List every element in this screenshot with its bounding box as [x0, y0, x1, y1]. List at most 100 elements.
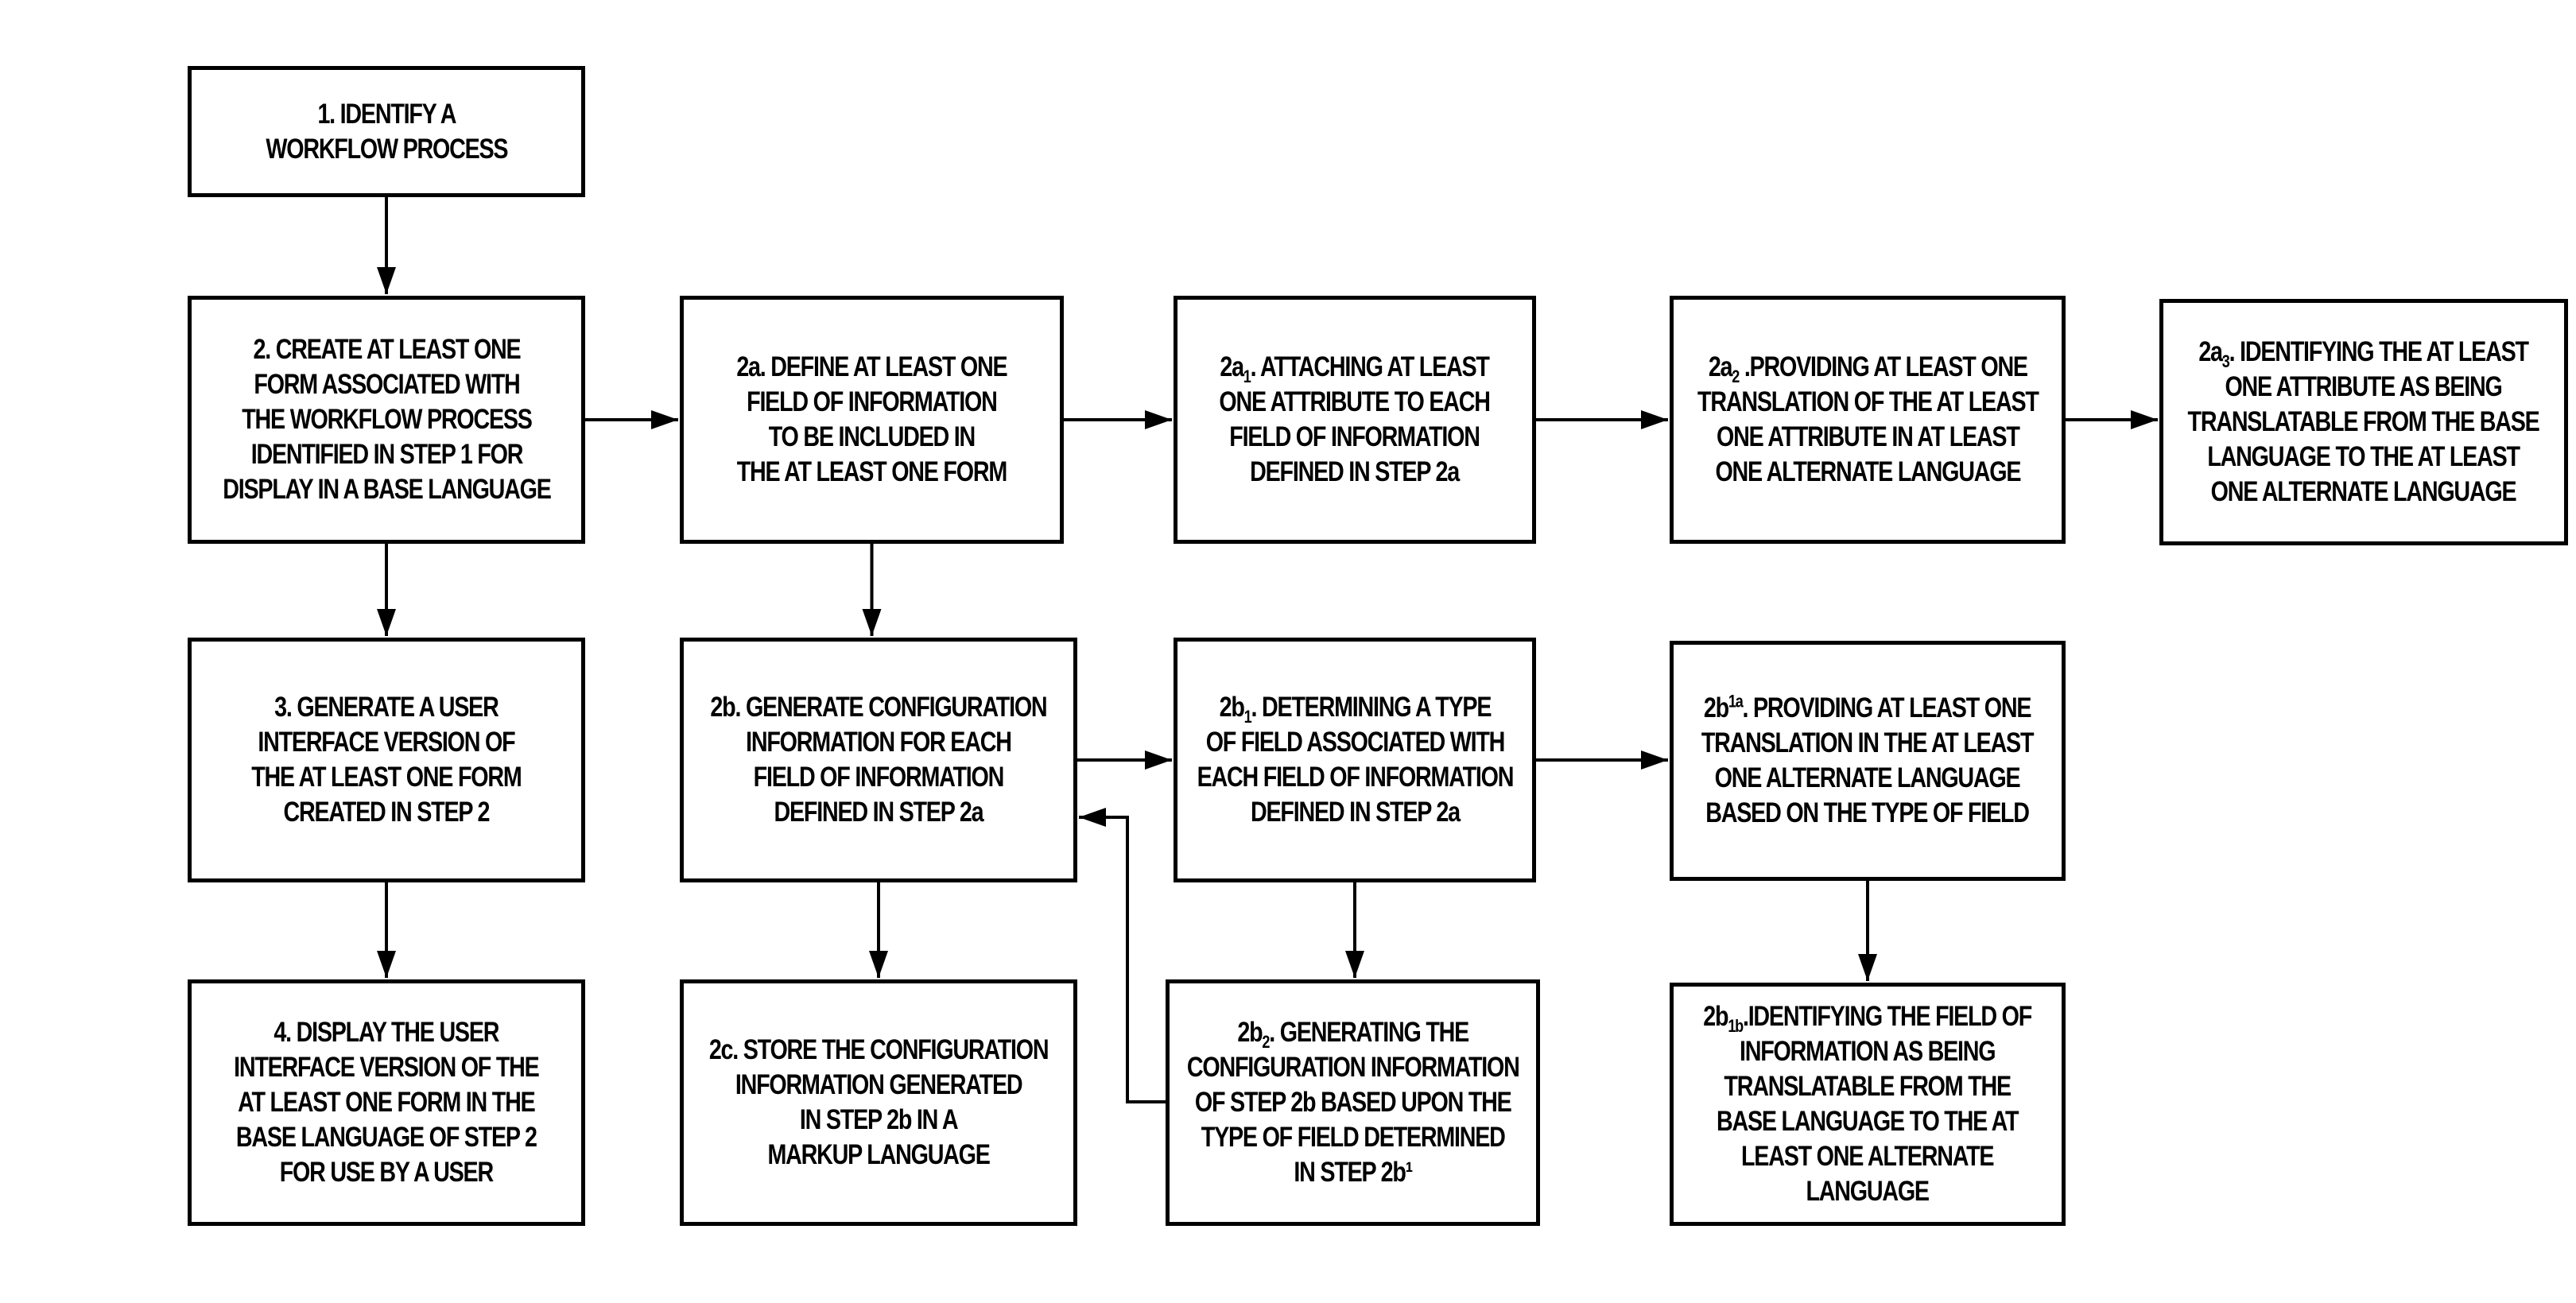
step-label-line: BASE LANGUAGE OF STEP 2: [236, 1122, 537, 1153]
step-label-line: FORM ASSOCIATED WITH: [253, 369, 520, 400]
step-number: 2c.: [708, 1034, 739, 1065]
step-label-line: INTERFACE VERSION OF THE: [234, 1052, 540, 1083]
connector-2a1-to-2a2-arrowhead-icon: [1641, 410, 1668, 429]
step-label-line: DEFINED IN STEP 2a: [1250, 456, 1461, 487]
connector-2b-to-2b1-arrowhead-icon: [1145, 750, 1172, 770]
step-label-line: BASED ON THE TYPE OF FIELD: [1705, 797, 2031, 828]
step-label-line: FIELD OF INFORMATION: [747, 386, 998, 417]
flowchart: 1. IDENTIFY A WORKFLOW PROCESS 2. CREATE …: [0, 0, 2576, 1303]
connector-2b2-to-2b: [1079, 816, 1166, 1103]
step-label-line: OF FIELD ASSOCIATED WITH: [1205, 727, 1505, 758]
step-number: 2a: [2198, 336, 2224, 367]
step-label-line: ONE ALTERNATE LANGUAGE: [2211, 476, 2517, 507]
connector-2b1-to-2b1a-arrowhead-icon: [1641, 750, 1668, 770]
step-label-line: WORKFLOW PROCESS: [266, 133, 508, 165]
step-label: 2c. STORE THE CONFIGURATION INFORMATION G…: [709, 1033, 1049, 1173]
step-label: 2a1. ATTACHING AT LEAST ONE ATTRIBUTE TO …: [1220, 350, 1492, 490]
step-2b-generate-configuration-box: 2b. GENERATE CONFIGURATION INFORMATION FO…: [680, 638, 1077, 882]
connector-2-to-2a-arrowhead-icon: [651, 410, 678, 429]
connector-2a2-to-2a3-arrowhead-icon: [2131, 410, 2158, 429]
step-label-line: ONE ALTERNATE LANGUAGE: [1715, 762, 2021, 793]
step-label-line: LANGUAGE TO THE AT LEAST: [2207, 441, 2521, 472]
step-2a-define-field-box: 2a. DEFINE AT LEAST ONE FIELD OF INFORMAT…: [680, 296, 1064, 544]
step-label-line: DEFINED IN STEP 2a: [1250, 797, 1461, 828]
connector-3-to-4-arrowhead-icon: [377, 951, 396, 978]
step-label-line: 2b. GENERATE CONFIGURATION: [710, 690, 1048, 725]
step-number: 2b: [1703, 1001, 1729, 1032]
connector-2a-to-2a1-arrowhead-icon: [1145, 410, 1172, 429]
step-label: 1. IDENTIFY A WORKFLOW PROCESS: [266, 97, 508, 167]
step-label: 4. DISPLAY THE USER INTERFACE VERSION OF …: [234, 1015, 540, 1190]
step-label-line: BASE LANGUAGE TO THE AT: [1717, 1106, 2019, 1137]
step-label-line: INFORMATION FOR EACH: [746, 727, 1012, 758]
step-number-subscript: 1b: [1728, 1016, 1744, 1036]
step-2b1b-identify-translatable-field-box: 2b1b.IDENTIFYING THE FIELD OF INFORMATION…: [1670, 983, 2066, 1226]
step-number: 2.: [253, 334, 271, 365]
step-text: .PROVIDING AT LEAST ONE: [1738, 351, 2028, 382]
step-text: STORE THE CONFIGURATION: [737, 1034, 1049, 1065]
step-label-line: INTERFACE VERSION OF: [258, 727, 515, 758]
step-label: 2a2 .PROVIDING AT LEAST ONE TRANSLATION O…: [1697, 350, 2039, 490]
step-label-line: IN STEP 2b IN A: [799, 1104, 959, 1135]
step-label: 3. GENERATE A USER INTERFACE VERSION OF TH…: [251, 690, 522, 830]
step-label-line: 3. GENERATE A USER: [251, 690, 521, 725]
step-label-line: TRANSLATION IN THE AT LEAST: [1701, 727, 2035, 758]
step-label-line: 2b1. DETERMINING A TYPE: [1197, 690, 1513, 726]
step-label-line: 2. CREATE AT LEAST ONE: [223, 332, 550, 367]
step-label-line: 2b1a. PROVIDING AT LEAST ONE: [1701, 691, 2033, 726]
step-label: 2b1. DETERMINING A TYPE OF FIELD ASSOCIAT…: [1197, 690, 1514, 830]
step-label-line: TYPE OF FIELD DETERMINED: [1201, 1122, 1506, 1153]
step-label-line: LEAST ONE ALTERNATE: [1741, 1141, 1995, 1172]
step-number: 2b: [1704, 692, 1729, 723]
step-label: 2a3. IDENTIFYING THE AT LEAST ONE ATTRIBU…: [2187, 335, 2540, 510]
step-label: 2b2. GENERATING THE CONFIGURATION INFORMA…: [1186, 1015, 1520, 1190]
step-label-line: IN STEP 2b¹: [1294, 1157, 1413, 1188]
step-label-line: DISPLAY IN A BASE LANGUAGE: [222, 474, 552, 505]
step-2b2-generate-configuration-by-type-box: 2b2. GENERATING THE CONFIGURATION INFORMA…: [1166, 979, 1540, 1226]
step-label-line: TRANSLATABLE FROM THE BASE: [2187, 406, 2540, 437]
step-number-superscript: 1a: [1728, 691, 1744, 712]
step-label-line: DEFINED IN STEP 2a: [774, 797, 984, 828]
step-label-line: INFORMATION GENERATED: [735, 1069, 1023, 1100]
step-number: 2b.: [710, 692, 742, 723]
step-label-line: TO BE INCLUDED IN: [768, 421, 976, 452]
step-number-subscript: 2: [1262, 1032, 1270, 1052]
step-text: GENERATE CONFIGURATION: [740, 692, 1048, 723]
step-number: 2a: [1708, 351, 1732, 382]
connector-2b-to-2c-arrowhead-icon: [869, 951, 888, 978]
step-text: GENERATE A USER: [291, 692, 499, 723]
step-label-line: ONE ATTRIBUTE AS BEING: [2225, 371, 2503, 402]
step-label-line: EACH FIELD OF INFORMATION: [1197, 762, 1514, 793]
step-number: 2b: [1219, 692, 1244, 723]
step-label-line: CONFIGURATION INFORMATION: [1186, 1052, 1520, 1083]
step-text: . GENERATING THE: [1269, 1017, 1469, 1048]
step-label-line: FIELD OF INFORMATION: [753, 762, 1005, 793]
step-number: 2a.: [736, 351, 766, 382]
step-1-identify-workflow-box: 1. IDENTIFY A WORKFLOW PROCESS: [188, 66, 585, 197]
step-number: 1.: [317, 98, 336, 130]
connector-2b1-to-2b2-arrowhead-icon: [1345, 951, 1364, 978]
step-4-display-ui-box: 4. DISPLAY THE USER INTERFACE VERSION OF …: [188, 979, 585, 1226]
step-text: CREATE AT LEAST ONE: [270, 334, 521, 365]
step-number: 2b: [1237, 1017, 1263, 1048]
step-3-generate-ui-version-box: 3. GENERATE A USER INTERFACE VERSION OF TH…: [188, 638, 585, 882]
step-label-line: TRANSLATABLE FROM THE: [1724, 1071, 2012, 1102]
step-number: 2a: [1220, 351, 1245, 382]
step-label: 2b1b.IDENTIFYING THE FIELD OF INFORMATION…: [1703, 999, 2033, 1209]
step-label-line: FOR USE BY A USER: [279, 1157, 494, 1188]
step-label-line: 2a1. ATTACHING AT LEAST: [1220, 350, 1491, 386]
step-2b1a-provide-translation-box: 2b1a. PROVIDING AT LEAST ONE TRANSLATION …: [1670, 641, 2066, 881]
step-text: . PROVIDING AT LEAST ONE: [1742, 692, 2032, 723]
connector-1-to-2-arrowhead-icon: [377, 267, 396, 294]
step-label-line: INFORMATION AS BEING: [1740, 1036, 1996, 1067]
step-2c-store-configuration-box: 2c. STORE THE CONFIGURATION INFORMATION G…: [680, 979, 1077, 1226]
step-label-line: OF STEP 2b BASED UPON THE: [1194, 1087, 1512, 1118]
step-text: DEFINE AT LEAST ONE: [765, 351, 1007, 382]
step-label-line: MARKUP LANGUAGE: [767, 1139, 990, 1170]
step-number-subscript: 2: [1731, 366, 1740, 386]
step-text: .IDENTIFYING THE FIELD OF: [1743, 1001, 2032, 1032]
step-text: DISPLAY THE USER: [291, 1017, 500, 1048]
step-label: 2b. GENERATE CONFIGURATION INFORMATION FO…: [710, 690, 1048, 830]
step-2-create-form-box: 2. CREATE AT LEAST ONE FORM ASSOCIATED WI…: [188, 296, 585, 544]
step-label-line: THE AT LEAST ONE FORM: [736, 456, 1008, 487]
